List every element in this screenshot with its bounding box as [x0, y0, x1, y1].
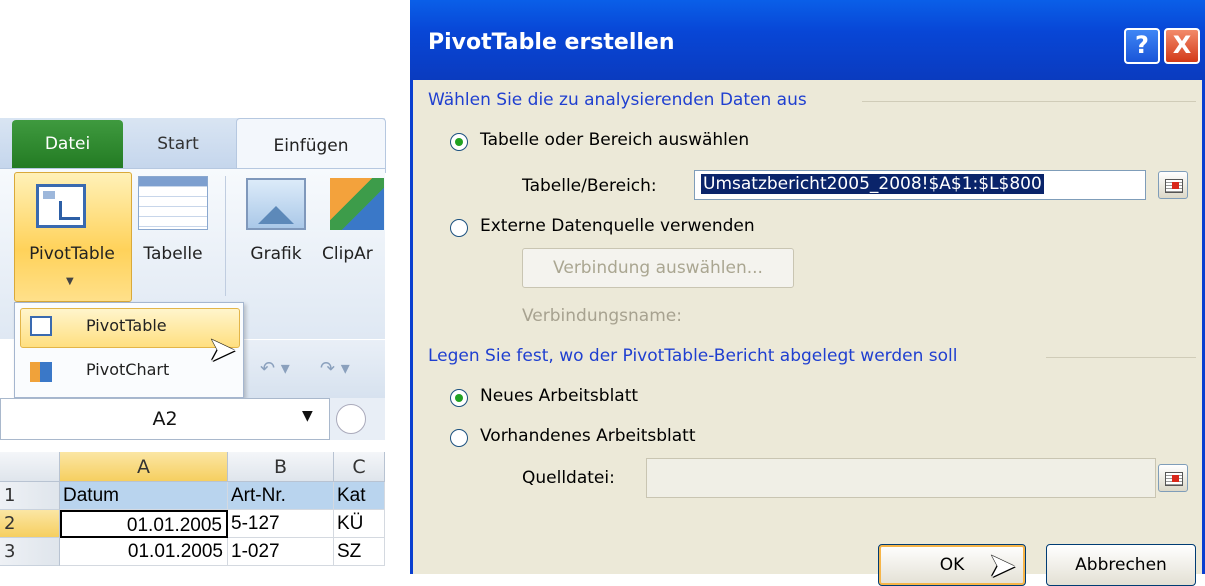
mouse-cursor-icon: ➤ [988, 546, 1017, 586]
table-cell[interactable]: 1-027 [228, 538, 334, 566]
clipart-icon[interactable] [330, 178, 384, 230]
pivotchart-small-icon [30, 362, 52, 382]
pivottable-small-icon [30, 316, 52, 336]
column-header-c[interactable]: C [334, 452, 385, 482]
range-label: Tabelle/Bereich: [522, 176, 657, 196]
divider [862, 101, 1196, 102]
active-cell[interactable]: 01.01.2005 [60, 510, 228, 538]
close-button[interactable]: X [1164, 28, 1200, 64]
undo-icon[interactable]: ↶ ▾ [260, 358, 290, 379]
section-location: Legen Sie fest, wo der PivotTable-Berich… [428, 346, 958, 366]
radio-new-sheet-label[interactable]: Neues Arbeitsblatt [480, 386, 638, 406]
dialog-title: PivotTable erstellen [428, 30, 675, 55]
clipart-button-label[interactable]: ClipAr [322, 244, 392, 264]
divider [1046, 357, 1196, 358]
dialog-body [413, 80, 1202, 574]
table-cell[interactable]: Kat [334, 482, 385, 510]
connection-name-label: Verbindungsname: [522, 306, 682, 326]
table-cell[interactable]: SZ [334, 538, 385, 566]
select-connection-button[interactable]: Verbindung auswählen... [522, 248, 794, 288]
tab-start[interactable]: Start [140, 120, 216, 168]
range-input-value: Umsatzbericht2005_2008!$A$1:$L$800 [701, 174, 1044, 194]
column-header-b[interactable]: B [228, 452, 334, 482]
radio-table-range[interactable] [450, 133, 468, 151]
redo-icon[interactable]: ↷ ▾ [320, 358, 350, 379]
radio-existing-sheet-label[interactable]: Vorhandenes Arbeitsblatt [480, 426, 696, 446]
radio-external-source[interactable] [450, 219, 468, 237]
tab-einfuegen[interactable]: Einfügen [236, 118, 386, 173]
source-input[interactable] [646, 458, 1156, 498]
undo-redo-bar: ↶ ▾ ↷ ▾ [242, 340, 385, 398]
name-box[interactable]: A2 [0, 398, 330, 440]
column-header-a[interactable]: A [60, 452, 228, 482]
section-data-source: Wählen Sie die zu analysierenden Daten a… [428, 90, 807, 110]
radio-existing-sheet[interactable] [450, 429, 468, 447]
pivottable-icon [36, 184, 86, 228]
table-icon[interactable] [138, 176, 208, 230]
tab-datei[interactable]: Datei [12, 120, 123, 168]
chevron-down-icon[interactable]: ▼ [302, 408, 313, 424]
menu-item-pivotchart[interactable]: PivotChart [86, 360, 169, 379]
mouse-cursor-icon: ➤ [208, 330, 237, 370]
cancel-button[interactable]: Abbrechen [1046, 544, 1196, 586]
source-select-icon[interactable] [1158, 464, 1188, 492]
row-header-3[interactable]: 3 [0, 538, 60, 566]
table-cell[interactable]: 01.01.2005 [60, 538, 228, 566]
select-all-corner[interactable] [0, 452, 60, 482]
table-cell[interactable]: Datum [60, 482, 228, 510]
row-header-1[interactable]: 1 [0, 482, 60, 510]
pivottable-button-label: PivotTable [29, 244, 115, 264]
chevron-down-icon[interactable]: ▼ [66, 276, 78, 287]
table-cell[interactable]: Art-Nr. [228, 482, 334, 510]
source-label: Quelldatei: [522, 468, 615, 488]
help-button[interactable]: ? [1124, 28, 1160, 64]
formula-cancel-icon[interactable] [336, 404, 366, 434]
picture-button-label[interactable]: Grafik [240, 244, 312, 264]
table-cell[interactable]: 5-127 [228, 510, 334, 538]
range-input[interactable]: Umsatzbericht2005_2008!$A$1:$L$800 [694, 170, 1146, 200]
radio-table-range-label[interactable]: Tabelle oder Bereich auswählen [480, 130, 749, 150]
table-cell[interactable]: KÜ [334, 510, 385, 538]
ribbon-separator [225, 176, 226, 296]
menu-item-pivottable-label: PivotTable [86, 316, 167, 335]
radio-new-sheet[interactable] [450, 389, 468, 407]
radio-external-source-label[interactable]: Externe Datenquelle verwenden [480, 216, 755, 236]
range-select-icon[interactable] [1158, 171, 1188, 199]
row-header-2[interactable]: 2 [0, 510, 60, 538]
picture-icon[interactable] [246, 178, 306, 230]
table-button-label[interactable]: Tabelle [136, 244, 210, 264]
